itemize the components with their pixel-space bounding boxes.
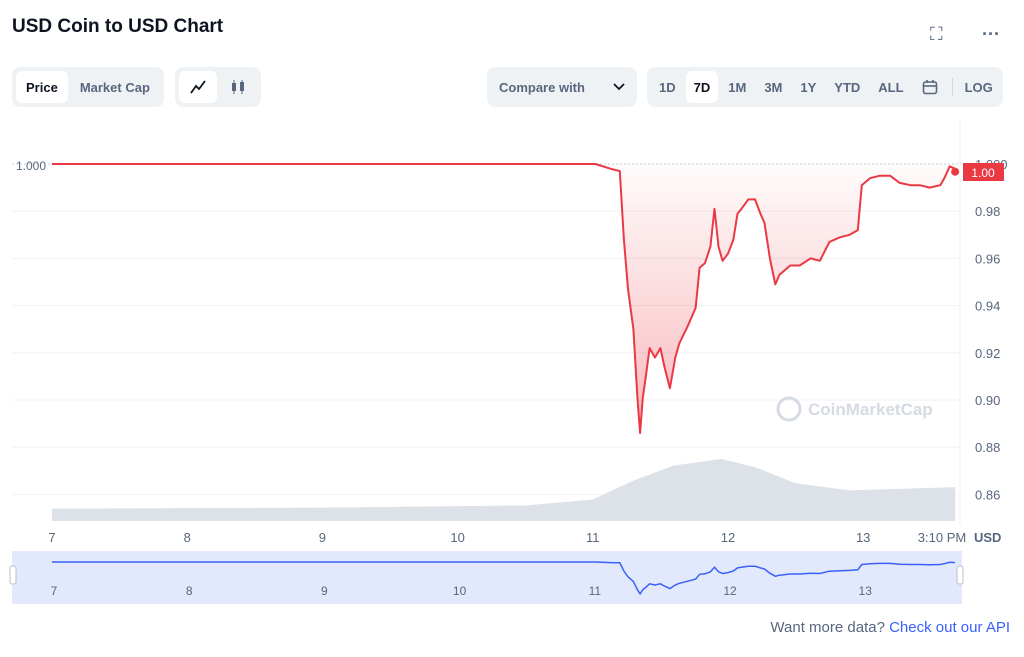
watermark: CoinMarketCap: [776, 396, 933, 422]
x-tick-label: 3:10 PM: [918, 530, 966, 545]
volume-area: [52, 459, 956, 521]
x-tick-label: 9: [319, 530, 326, 545]
watermark-text: CoinMarketCap: [808, 400, 933, 419]
x-tick-label: 12: [721, 530, 735, 545]
navigator-tick-label: 7: [51, 584, 58, 598]
api-link[interactable]: Check out our API: [889, 619, 1010, 636]
price-badge-text: 1.00: [971, 166, 995, 180]
reference-label: 1.000: [16, 159, 46, 173]
navigator-tick-label: 9: [321, 584, 328, 598]
navigator-tick-label: 12: [723, 584, 737, 598]
y-tick-label: 0.96: [975, 251, 1000, 266]
price-area: [610, 164, 956, 433]
coinmarketcap-logo-icon: [776, 396, 802, 422]
x-tick-label: 8: [184, 530, 191, 545]
x-tick-label: 13: [856, 530, 870, 545]
y-tick-label: 0.92: [975, 346, 1000, 361]
navigator-tick-label: 10: [453, 584, 467, 598]
x-tick-label: 10: [450, 530, 464, 545]
x-tick-label: 11: [586, 530, 600, 545]
y-tick-label: 0.88: [975, 440, 1000, 455]
navigator-handle[interactable]: [9, 565, 17, 585]
price-chart: 1.0000.980.960.940.920.900.880.861.000Co…: [9, 120, 1008, 604]
navigator-tick-label: 8: [186, 584, 193, 598]
navigator-tick-label: 13: [859, 584, 873, 598]
navigator-area: [12, 551, 962, 604]
navigator-handle[interactable]: [956, 565, 964, 585]
y-tick-label: 0.98: [975, 204, 1000, 219]
current-price-dot: [951, 167, 960, 176]
footer: Want more data? Check out our API: [770, 619, 1010, 636]
y-tick-label: 0.86: [975, 487, 1000, 502]
y-tick-label: 0.94: [975, 299, 1000, 314]
x-tick-label: 7: [48, 530, 55, 545]
unit-label: USD: [974, 530, 1001, 545]
navigator-tick-label: 11: [589, 584, 602, 598]
footer-text: Want more data?: [770, 619, 885, 636]
y-tick-label: 0.90: [975, 393, 1000, 408]
